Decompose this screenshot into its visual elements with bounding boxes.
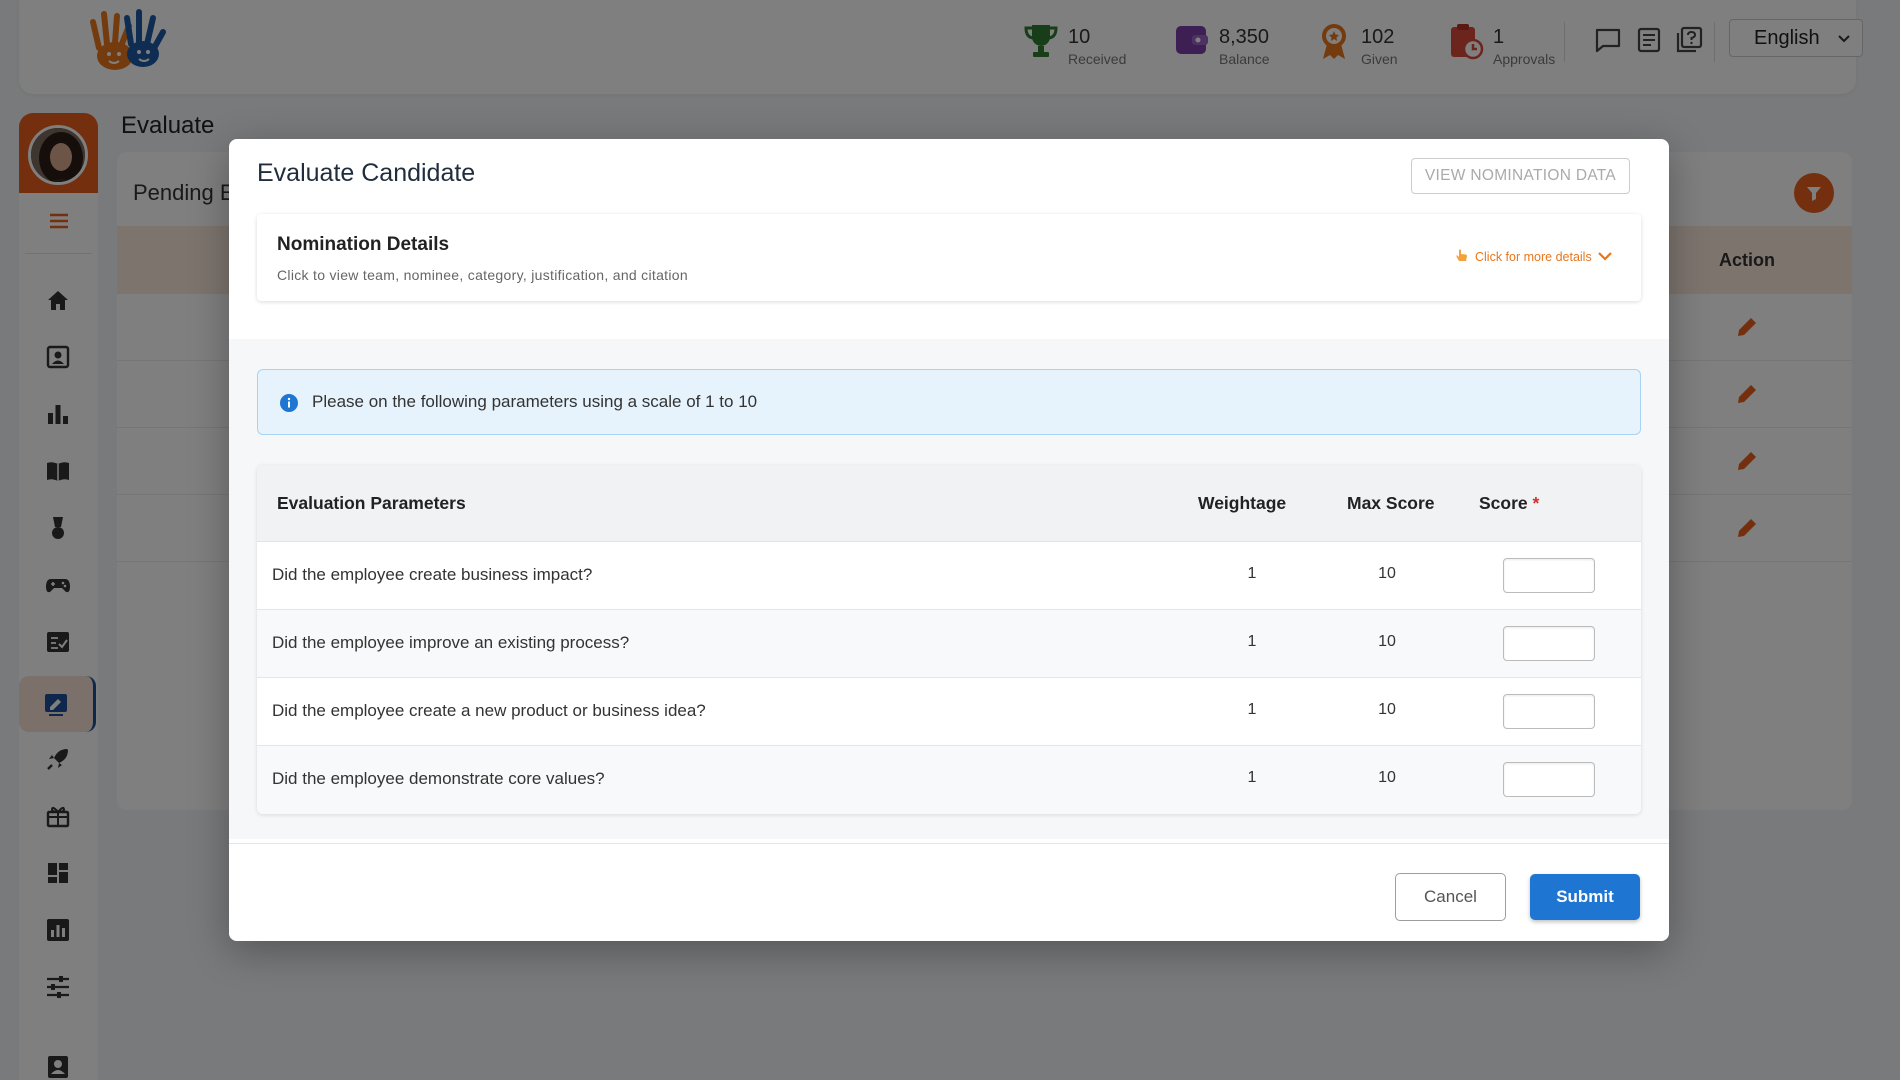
weightage-value: 1 <box>1247 769 1257 786</box>
modal-footer: Cancel Submit <box>229 843 1669 941</box>
weightage-value: 1 <box>1247 633 1257 650</box>
nomination-subtitle: Click to view team, nominee, category, j… <box>277 267 688 283</box>
info-icon <box>280 394 298 412</box>
nomination-details-card[interactable]: Nomination Details Click to view team, n… <box>257 214 1641 301</box>
evaluation-table: Evaluation Parameters Weightage Max Scor… <box>257 465 1641 814</box>
header-max-score: Max Score <box>1347 493 1435 513</box>
cancel-button[interactable]: Cancel <box>1395 873 1506 921</box>
parameter-question: Did the employee demonstrate core values… <box>272 769 605 788</box>
more-details-label: Click for more details <box>1475 250 1592 264</box>
evaluation-table-header: Evaluation Parameters Weightage Max Scor… <box>257 465 1641 542</box>
weightage-value: 1 <box>1247 701 1257 718</box>
max-score-value: 10 <box>1378 565 1396 582</box>
more-details-link[interactable]: Click for more details <box>1455 249 1612 264</box>
parameter-question: Did the employee improve an existing pro… <box>272 633 630 652</box>
max-score-value: 10 <box>1378 769 1396 786</box>
header-parameters: Evaluation Parameters <box>277 493 466 513</box>
header-weightage: Weightage <box>1198 493 1287 513</box>
required-mark: * <box>1532 493 1540 513</box>
table-row: Did the employee create a new product or… <box>257 678 1641 746</box>
info-banner: Please on the following parameters using… <box>257 369 1641 435</box>
info-text: Please on the following parameters using… <box>312 392 758 411</box>
max-score-value: 10 <box>1378 633 1396 650</box>
header-score: Score * <box>1479 493 1539 514</box>
modal-title: Evaluate Candidate <box>257 159 476 187</box>
score-input[interactable] <box>1503 694 1595 729</box>
submit-button[interactable]: Submit <box>1530 874 1640 920</box>
view-nomination-data-button[interactable]: VIEW NOMINATION DATA <box>1411 158 1630 194</box>
parameter-question: Did the employee create business impact? <box>272 565 593 584</box>
score-input[interactable] <box>1503 626 1595 661</box>
table-row: Did the employee demonstrate core values… <box>257 746 1641 814</box>
evaluate-candidate-modal: Evaluate Candidate VIEW NOMINATION DATA … <box>229 139 1669 941</box>
chevron-down-icon <box>1597 252 1612 261</box>
weightage-value: 1 <box>1247 565 1257 582</box>
table-row: Did the employee improve an existing pro… <box>257 610 1641 678</box>
nomination-title: Nomination Details <box>277 234 450 255</box>
score-input[interactable] <box>1503 558 1595 593</box>
score-input[interactable] <box>1503 762 1595 797</box>
pointing-hand-icon <box>1456 249 1467 261</box>
parameter-question: Did the employee create a new product or… <box>272 701 706 720</box>
max-score-value: 10 <box>1378 701 1396 718</box>
header-score-label: Score <box>1479 493 1528 513</box>
table-row: Did the employee create business impact?… <box>257 542 1641 610</box>
